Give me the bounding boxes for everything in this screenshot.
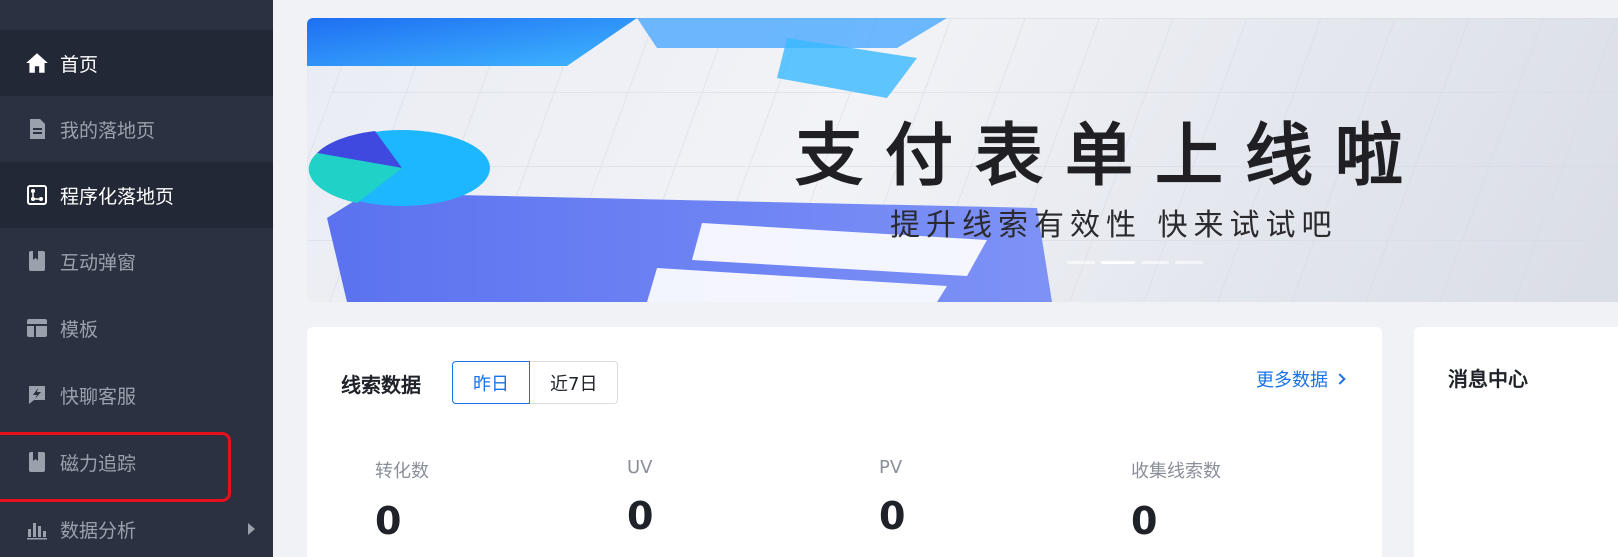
sidebar-item-label: 我的落地页 [60,119,156,142]
home-icon [24,50,50,76]
metric-value: 0 [1131,499,1158,543]
carousel-dot-active[interactable] [1101,261,1135,264]
metric-pv: PV 0 [879,457,905,538]
promo-banner[interactable]: 支付表单上线啦 提升线索有效性 快来试试吧 [307,18,1618,302]
chevron-right-icon [1334,373,1346,385]
sidebar-item-my-landing-pages[interactable]: 我的落地页 [0,96,273,162]
document-icon [24,116,50,142]
sidebar-item-data-analysis[interactable]: 数据分析 [0,496,273,557]
leads-title: 线索数据 [341,373,421,397]
template-icon [24,315,50,341]
carousel-dot[interactable] [1141,261,1169,264]
more-data-link[interactable]: 更多数据 [1256,366,1346,392]
range-yesterday-button[interactable]: 昨日 [452,361,530,404]
message-center-title: 消息中心 [1448,367,1528,391]
metric-uv: UV 0 [627,457,653,538]
flow-icon [24,182,50,208]
bar-chart-icon [24,516,50,542]
metric-value: 0 [627,494,654,538]
sidebar-item-programmatic-landing[interactable]: 程序化落地页 [0,162,273,228]
bookmark-icon [24,248,50,274]
message-center-card: 消息中心 [1414,327,1618,557]
carousel-dot[interactable] [1175,261,1203,264]
carousel-dot[interactable] [1067,261,1095,264]
sidebar: 首页 我的落地页 程序化落地页 互动弹窗 模板 快聊客服 磁力追踪 数据分析 [0,0,273,557]
metric-label: PV [879,457,903,478]
carousel-indicators [1067,261,1203,264]
metric-collected-leads: 收集线索数 0 [1131,457,1221,543]
metric-label: 转化数 [375,461,429,482]
banner-title: 支付表单上线啦 [795,117,1426,196]
more-data-label: 更多数据 [1256,370,1328,391]
banner-subtitle: 提升线索有效性 快来试试吧 [890,208,1338,243]
metric-value: 0 [375,499,402,543]
chat-bolt-icon [24,382,50,408]
metric-value: 0 [879,494,906,538]
sidebar-item-label: 快聊客服 [60,385,137,408]
sidebar-item-label: 首页 [60,53,99,76]
metric-label: UV [627,457,653,478]
sidebar-item-label: 数据分析 [60,519,137,542]
sidebar-item-quick-chat[interactable]: 快聊客服 [0,362,273,428]
sidebar-item-label: 模板 [60,318,99,341]
leads-data-card: 线索数据 昨日 近7日 更多数据 转化数 0 UV 0 PV 0 收集线索数 0 [307,327,1382,557]
caret-right-icon [248,523,255,535]
sidebar-item-label: 互动弹窗 [60,251,137,274]
range-7days-button[interactable]: 近7日 [530,361,619,404]
sidebar-item-interactive-popup[interactable]: 互动弹窗 [0,228,273,294]
metric-label: 收集线索数 [1131,461,1221,482]
metric-conversions: 转化数 0 [375,457,429,543]
date-range-toggle: 昨日 近7日 [452,361,619,404]
highlight-annotation [0,432,231,502]
sidebar-item-label: 程序化落地页 [60,185,175,208]
sidebar-item-home[interactable]: 首页 [0,30,273,96]
sidebar-item-templates[interactable]: 模板 [0,295,273,361]
